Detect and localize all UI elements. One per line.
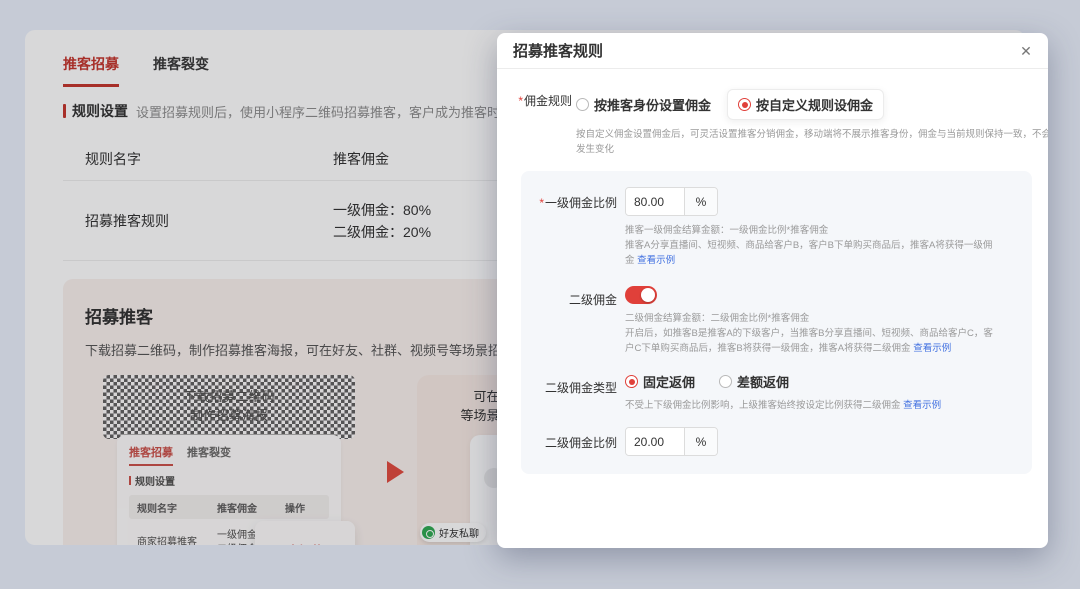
l2-tip-line3-text: 户C下单购买商品后，推客B将获得一级佣金，推客A将获得二级佣金 [625, 343, 913, 354]
commission-rule-label: *佣金规则 [505, 89, 572, 157]
l2-commission-toggle[interactable] [625, 286, 657, 304]
l2-type-example-link[interactable]: 查看示例 [903, 400, 941, 411]
radio-circle-icon [719, 375, 732, 388]
radio-by-custom-label: 按自定义规则设佣金 [756, 95, 873, 114]
l2-type-label: 二级佣金类型 [521, 372, 617, 413]
percent-suffix: % [684, 188, 717, 215]
l2-type-row: 二级佣金类型 固定返佣 差额返佣 [521, 372, 1020, 413]
recruit-rule-drawer: 招募推客规则 ✕ *佣金规则 按推客身份设置佣金 [497, 33, 1048, 548]
percent-suffix: % [684, 428, 717, 455]
radio-circle-icon [738, 98, 751, 111]
l2-ratio-row: 二级佣金比例 % [521, 427, 1020, 456]
radio-by-identity[interactable]: 按推客身份设置佣金 [576, 95, 711, 114]
l2-type-tip: 不受上下级佣金比例影响，上级推客始终按设定比例获得二级佣金 查看示例 [625, 398, 1020, 413]
l1-ratio-tip: 推客一级佣金结算金额：一级佣金比例*推客佣金 推客A分享直播间、短视频、商品给客… [625, 223, 1020, 268]
l1-tip-line2: 推客A分享直播间、短视频、商品给客户B，客户B下单购买商品后，推客A将获得一级佣 [625, 238, 1020, 253]
l2-tip-line1: 二级佣金结算金额：二级佣金比例*推客佣金 [625, 311, 1020, 326]
l2-ratio-input[interactable] [626, 428, 684, 455]
radio-circle-icon [576, 98, 589, 111]
custom-rule-panel: *一级佣金比例 % 推客一级佣金结算金额：一级佣金比例*推客佣金 推客A分享直播… [521, 171, 1032, 474]
l1-ratio-label: *一级佣金比例 [521, 187, 617, 268]
l1-ratio-input-group: % [625, 187, 718, 216]
l2-tip-line2: 开启后，如推客B是推客A的下级客户，当推客B分享直播间、短视频、商品给客户C，客 [625, 326, 1020, 341]
rule-tip-line1: 按自定义佣金设置佣金后，可灵活设置推客分销佣金，移动端将不展示推客身份，佣金与当… [576, 127, 1048, 142]
l2-ratio-label: 二级佣金比例 [521, 427, 617, 456]
drawer-title: 招募推客规则 [513, 40, 603, 61]
l1-ratio-input[interactable] [626, 188, 684, 215]
drawer-header: 招募推客规则 ✕ [497, 33, 1048, 69]
l2-switch-label: 二级佣金 [521, 284, 617, 356]
toggle-knob [641, 288, 655, 302]
page: 推客招募 推客裂变 规则设置 设置招募规则后，使用小程序二维码招募推客，客户成为… [0, 0, 1080, 589]
radio-diff-rebate[interactable]: 差额返佣 [719, 372, 789, 391]
required-mark: * [539, 196, 544, 210]
l2-tip-line3: 户C下单购买商品后，推客B将获得一级佣金，推客A将获得二级佣金 查看示例 [625, 341, 1020, 356]
l1-ratio-row: *一级佣金比例 % 推客一级佣金结算金额：一级佣金比例*推客佣金 推客A分享直播… [521, 187, 1020, 268]
l2-example-link[interactable]: 查看示例 [913, 343, 951, 354]
l2-switch-row: 二级佣金 二级佣金结算金额：二级佣金比例*推客佣金 开启后，如推客B是推客A的下… [521, 284, 1020, 356]
close-icon[interactable]: ✕ [1016, 41, 1036, 61]
required-mark: * [518, 94, 523, 108]
l1-ratio-label-text: 一级佣金比例 [545, 196, 617, 210]
radio-by-identity-label: 按推客身份设置佣金 [594, 95, 711, 114]
radio-circle-icon [625, 375, 638, 388]
l1-tip-line1: 推客一级佣金结算金额：一级佣金比例*推客佣金 [625, 223, 1020, 238]
l2-type-tip-text: 不受上下级佣金比例影响，上级推客始终按设定比例获得二级佣金 [625, 400, 903, 411]
l1-tip-line3: 金 查看示例 [625, 253, 1020, 268]
radio-by-custom[interactable]: 按自定义规则设佣金 [727, 89, 884, 120]
l1-tip-line3-text: 金 [625, 255, 637, 266]
commission-rule-row: *佣金规则 按推客身份设置佣金 按自定义规则设佣金 按 [505, 89, 1036, 157]
radio-fixed-label: 固定返佣 [643, 372, 695, 391]
l2-ratio-input-group: % [625, 427, 718, 456]
rule-tip-line2: 发生变化 [576, 142, 1048, 157]
commission-rule-label-text: 佣金规则 [524, 94, 572, 108]
radio-fixed-rebate[interactable]: 固定返佣 [625, 372, 695, 391]
radio-diff-label: 差额返佣 [737, 372, 789, 391]
commission-rule-tip: 按自定义佣金设置佣金后，可灵活设置推客分销佣金，移动端将不展示推客身份，佣金与当… [576, 127, 1048, 157]
l1-example-link[interactable]: 查看示例 [637, 255, 675, 266]
l2-switch-tip: 二级佣金结算金额：二级佣金比例*推客佣金 开启后，如推客B是推客A的下级客户，当… [625, 311, 1020, 356]
